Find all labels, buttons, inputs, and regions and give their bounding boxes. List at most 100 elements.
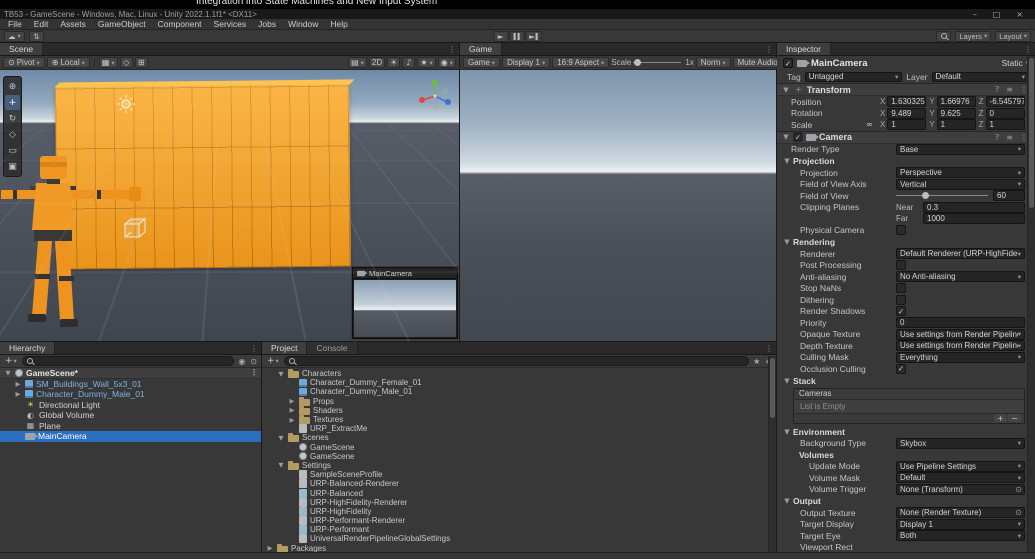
foldout-icon[interactable]: ▶ (14, 390, 22, 398)
project-item-gamescene[interactable]: GameScene (262, 443, 776, 452)
scale-slider[interactable] (633, 58, 682, 68)
project-search-input[interactable] (283, 356, 750, 366)
volume-mask-dropdown[interactable]: Default ▾ (896, 472, 1025, 484)
occlusion-culling-checkbox[interactable]: ✓ (896, 363, 906, 374)
global-volume-gizmo[interactable] (122, 216, 148, 240)
minimize-icon[interactable]: – (973, 10, 977, 19)
create-asset-button[interactable]: + ▾ (265, 356, 281, 366)
component-enabled-checkbox[interactable]: ✓ (793, 132, 803, 142)
play-button[interactable]: ► (493, 30, 509, 42)
draw-mode-dropdown[interactable]: ▤ ▾ (348, 57, 367, 68)
menu-window[interactable]: Window (282, 19, 324, 29)
increment-snap-toggle[interactable]: ⊞ (134, 57, 148, 68)
static-dropdown[interactable]: Static▾ (1001, 58, 1029, 68)
hierarchy-item-maincamera[interactable]: MainCamera (0, 431, 261, 442)
project-item-textures[interactable]: ▶ Textures (262, 415, 776, 425)
layer-dropdown[interactable]: Default ▾ (931, 71, 1030, 82)
transform-rotation-x-field[interactable]: 9.489 (887, 107, 927, 119)
remove-camera-button[interactable]: − (1008, 414, 1021, 423)
scene-viewport[interactable]: ⊕ + ↻ ◇ ▭ ▣ MainCamera (0, 70, 459, 341)
section-projection[interactable]: ▼ Projection (777, 155, 1035, 167)
game-view-mode-dropdown[interactable]: Game ▾ (463, 57, 501, 68)
physical-camera-checkbox[interactable] (896, 225, 906, 236)
depth-texture-dropdown[interactable]: Use settings from Render Pipeline Asset▾ (896, 340, 1025, 352)
lighting-toggle[interactable]: ☀ (387, 57, 401, 68)
foldout-icon[interactable]: ▼ (783, 238, 791, 246)
foldout-icon[interactable]: ▼ (782, 86, 790, 94)
hierarchy-item-directional-light[interactable]: ☀ Directional Light (0, 400, 261, 411)
scrollbar-thumb[interactable] (770, 358, 775, 418)
foldout-icon[interactable]: ▼ (4, 369, 12, 377)
section-stack[interactable]: ▼ Stack (777, 375, 1035, 387)
scale-tool-button[interactable]: ◇ (5, 127, 20, 142)
layers-dropdown[interactable]: Layers ▾ (955, 30, 992, 42)
anti-aliasing-dropdown[interactable]: No Anti-aliasing ▾ (896, 271, 1025, 283)
scene-menu-icon[interactable]: ⋮ (445, 45, 459, 54)
priority-field[interactable]: 0 (896, 317, 1025, 329)
transform-position-x-field[interactable]: 1.630325 (887, 96, 927, 108)
output-texture-object-field[interactable]: None (Render Texture) ⊙ (896, 507, 1025, 519)
scene-visibility-icon[interactable]: ◉ (237, 357, 246, 366)
project-item-urp-balanced-renderer[interactable]: URP-Balanced-Renderer (262, 479, 776, 489)
hierarchy-item-character-dummy-male-01[interactable]: ▶ Character_Dummy_Male_01 (0, 389, 261, 400)
inspector-scrollbar[interactable] (1027, 56, 1035, 552)
foldout-icon[interactable]: ▼ (783, 497, 791, 505)
foldout-icon[interactable]: ▶ (266, 544, 274, 552)
opaque-texture-dropdown[interactable]: Use settings from Render Pipeline Asset▾ (896, 328, 1025, 340)
hierarchy-item-plane[interactable]: ▦ Plane (0, 421, 261, 432)
hierarchy-scene-header[interactable]: ▼ GameScene* ⋮ (0, 368, 261, 379)
scene-orientation-gizmo[interactable] (417, 78, 453, 114)
constrain-proportions-icon[interactable]: ∞ (866, 120, 873, 130)
transform-rotation-y-field[interactable]: 9.625 (936, 107, 976, 119)
handle-space-dropdown[interactable]: ⊕ Local ▾ (46, 57, 90, 68)
layout-dropdown[interactable]: Layout ▾ (995, 30, 1031, 42)
target-display-dropdown[interactable]: Display 1 ▾ (896, 518, 1025, 530)
background-type-dropdown[interactable]: Skybox ▾ (896, 437, 1025, 449)
tab-game[interactable]: Game (460, 43, 503, 55)
project-item-urp-highfidelity[interactable]: URP-HighFidelity (262, 506, 776, 516)
project-item-urp-extractme[interactable]: URP_ExtractMe (262, 424, 776, 434)
tab-console[interactable]: Console (307, 342, 358, 354)
near-field[interactable]: 0.3 (923, 201, 1025, 213)
hierarchy-item-sm-buildings-wall-5x3-01[interactable]: ▶ SM_Buildings_Wall_5x3_01 (0, 379, 261, 390)
grid-snapping-toggle[interactable]: ◇ (119, 57, 133, 68)
foldout-icon[interactable]: ▼ (783, 157, 791, 165)
pivot-dropdown[interactable]: ⊙ Pivot ▾ (3, 57, 45, 68)
stop-nans-checkbox[interactable] (896, 283, 906, 294)
tab-inspector[interactable]: Inspector (777, 43, 831, 55)
transform-scale-x-field[interactable]: 1 (887, 119, 927, 131)
maximize-icon[interactable]: □ (993, 10, 1001, 19)
play-mode-dropdown[interactable]: Norm ▾ (695, 57, 731, 68)
directional-light-gizmo[interactable] (116, 94, 136, 114)
cloud-services-button[interactable]: ☁ ▾ (4, 30, 25, 42)
close-icon[interactable]: × (1016, 10, 1023, 19)
project-item-gamescene[interactable]: GameScene (262, 452, 776, 461)
view-options-dropdown[interactable]: ◉ ▾ (437, 57, 456, 68)
character-object[interactable] (0, 148, 150, 338)
section-environment[interactable]: ▼ Environment (777, 426, 1035, 438)
project-item-characters[interactable]: ▼ Characters (262, 369, 776, 379)
effects-dropdown[interactable]: ★ ▾ (417, 57, 436, 68)
transform-component-header[interactable]: ▼ + Transform ? ≡ ⋮ (777, 83, 1035, 96)
tag-dropdown[interactable]: Untagged ▾ (804, 71, 903, 82)
volume-trigger-object-field[interactable]: None (Transform) ⊙ (896, 483, 1025, 495)
foldout-icon[interactable]: ▼ (277, 370, 285, 378)
camera-component-header[interactable]: ▼ ✓ Camera ? ≡ ⋮ (777, 130, 1035, 144)
project-item-character-dummy-female-01[interactable]: Character_Dummy_Female_01 (262, 378, 776, 387)
pause-button[interactable] (509, 30, 525, 42)
grid-visibility-dropdown[interactable]: ▦ ▾ (98, 57, 118, 68)
foldout-icon[interactable]: ▼ (783, 377, 791, 385)
aspect-dropdown[interactable]: 16:9 Aspect ▾ (552, 57, 610, 68)
display-dropdown[interactable]: Display 1 ▾ (502, 57, 551, 68)
transform-position-y-field[interactable]: 1.66976 (936, 96, 976, 108)
step-button[interactable]: ► (525, 30, 542, 42)
foldout-icon[interactable]: ▼ (277, 434, 285, 442)
foldout-icon[interactable]: ▼ (782, 133, 790, 141)
menu-assets[interactable]: Assets (54, 19, 92, 29)
rect-tool-button[interactable]: ▭ (5, 143, 20, 158)
culling-mask-dropdown[interactable]: Everything ▾ (896, 351, 1025, 363)
project-menu-icon[interactable]: ⋮ (762, 344, 776, 353)
view-tool-button[interactable]: ⊕ (5, 79, 20, 94)
project-item-universalrenderpipelineglobalsettings[interactable]: UniversalRenderPipelineGlobalSettings (262, 534, 776, 544)
inspector-menu-icon[interactable]: ⋮ (1021, 45, 1035, 54)
